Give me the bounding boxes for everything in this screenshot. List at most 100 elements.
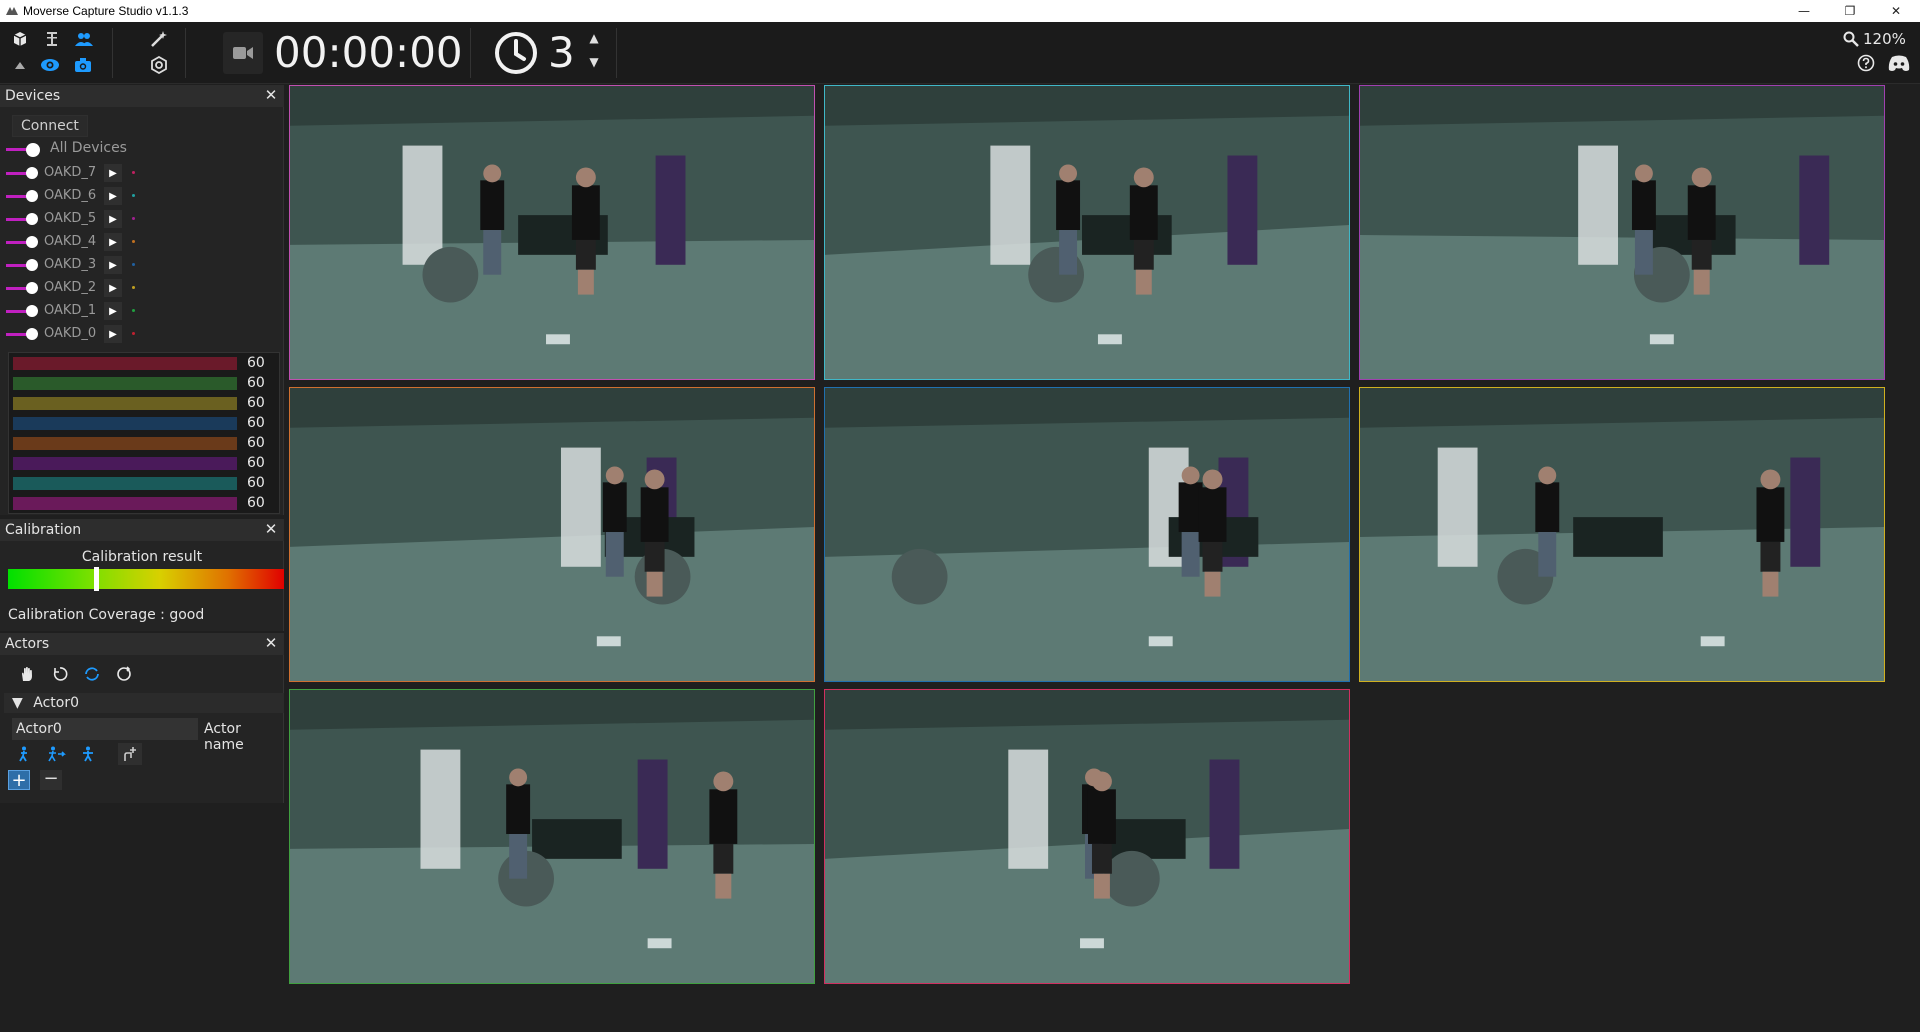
close-icon[interactable]: ✕ [263,521,279,537]
hand-icon[interactable] [16,663,38,685]
devices-panel: Devices ✕ Connect All Devices OAKD_7 ▶ OAK… [0,85,284,515]
calibration-result-label: Calibration result [81,549,203,565]
person-walk-icon[interactable] [12,743,36,765]
cube-icon[interactable] [9,28,31,50]
camera-icon[interactable] [72,54,94,76]
actor-tree-label: Actor0 [33,695,79,711]
device-row: OAKD_7 ▶ [6,163,276,183]
play-icon[interactable]: ▶ [104,302,122,320]
help-icon[interactable] [1855,52,1877,74]
rotate-left-icon[interactable] [49,663,71,685]
magic-wand-icon[interactable] [148,28,170,50]
play-icon[interactable]: ▶ [104,164,122,182]
device-toggle[interactable] [6,213,38,225]
device-color-dot [132,240,135,243]
device-toggle[interactable] [6,190,38,202]
connect-button[interactable]: Connect [12,115,88,137]
fps-bar [13,437,237,450]
actor-name-input[interactable] [12,718,198,740]
fps-row: 60 [13,415,275,431]
fps-bar [13,357,237,370]
discord-icon[interactable] [1888,52,1910,74]
close-window-button[interactable]: ✕ [1873,0,1919,22]
device-label: OAKD_6 [44,188,97,203]
fps-value: 60 [247,475,265,491]
countdown-decrease-button[interactable]: ▼ [585,55,603,69]
toolbar: 00:00:00 3 ▲ ▼ 120% [0,22,1920,84]
app-logo-icon [6,7,18,15]
fps-bar [13,397,237,410]
reset-icon[interactable] [113,663,135,685]
device-toggle[interactable] [6,167,38,179]
device-toggle[interactable] [6,328,38,340]
play-icon[interactable]: ▶ [104,279,122,297]
users-icon[interactable] [73,28,95,50]
eye-icon[interactable] [39,54,61,76]
calibration-result-marker [94,567,100,591]
calibration-target-icon[interactable] [148,54,170,76]
all-devices-toggle[interactable] [6,143,40,157]
device-row: OAKD_1 ▶ [6,301,276,321]
device-label: OAKD_4 [44,234,97,249]
minimize-button[interactable]: — [1781,0,1827,22]
triangle-up-icon[interactable] [9,54,31,76]
fps-row: 60 [13,355,275,371]
device-color-dot [132,309,135,312]
fps-value: 60 [247,435,265,451]
device-toggle[interactable] [6,282,38,294]
devices-panel-header: Devices ✕ [0,85,284,107]
device-label: OAKD_0 [44,326,97,341]
calibration-coverage: Calibration Coverage : good [8,607,205,623]
device-toggle[interactable] [6,236,38,248]
device-label: OAKD_7 [44,165,97,180]
close-icon[interactable]: ✕ [263,635,279,651]
close-icon[interactable]: ✕ [263,87,279,103]
calibration-result-bar [8,569,284,589]
play-icon[interactable]: ▶ [104,256,122,274]
record-button[interactable] [223,32,263,74]
camera-feed[interactable] [289,85,815,380]
fps-value: 60 [247,355,265,371]
fps-graph: 60 60 60 60 60 60 60 60 [8,352,280,514]
person-run-icon[interactable] [44,743,68,765]
restore-button[interactable]: ❐ [1827,0,1873,22]
add-actor-button[interactable]: + [8,770,30,791]
device-row: OAKD_3 ▶ [6,255,276,275]
device-color-dot [132,286,135,289]
camera-feed[interactable] [289,689,815,984]
camera-feed[interactable] [1359,85,1885,380]
zoom-control[interactable]: 120% [1843,30,1906,48]
device-label: OAKD_3 [44,257,97,272]
play-icon[interactable]: ▶ [104,325,122,343]
camera-feed[interactable] [289,387,815,682]
device-row: OAKD_5 ▶ [6,209,276,229]
camera-feed[interactable] [824,387,1350,682]
fps-row: 60 [13,455,275,471]
device-row: OAKD_0 ▶ [6,324,276,344]
countdown-increase-button[interactable]: ▲ [585,31,603,45]
actor-tree-item[interactable]: ▼ Actor0 [4,693,284,713]
play-icon[interactable]: ▶ [104,210,122,228]
skeleton-icon[interactable] [41,28,63,50]
remove-actor-button[interactable]: − [40,770,62,790]
play-icon[interactable]: ▶ [104,233,122,251]
camera-feed[interactable] [824,85,1350,380]
add-pose-icon[interactable] [118,743,142,765]
person-stand-icon[interactable] [76,743,100,765]
device-color-dot [132,171,135,174]
calibration-panel-header: Calibration ✕ [0,519,284,541]
fps-row: 60 [13,395,275,411]
fps-row: 60 [13,475,275,491]
actors-panel: Actors ✕ ▼ Actor0 Actor name + − [0,633,284,803]
camera-feed[interactable] [824,689,1350,984]
device-row: OAKD_2 ▶ [6,278,276,298]
device-toggle[interactable] [6,259,38,271]
fps-value: 60 [247,495,265,511]
device-row-all: All Devices [6,139,276,159]
refresh-icon[interactable] [81,663,103,685]
camera-feed[interactable] [1359,387,1885,682]
fps-bar [13,417,237,430]
video-camera-icon [233,47,253,59]
device-toggle[interactable] [6,305,38,317]
play-icon[interactable]: ▶ [104,187,122,205]
